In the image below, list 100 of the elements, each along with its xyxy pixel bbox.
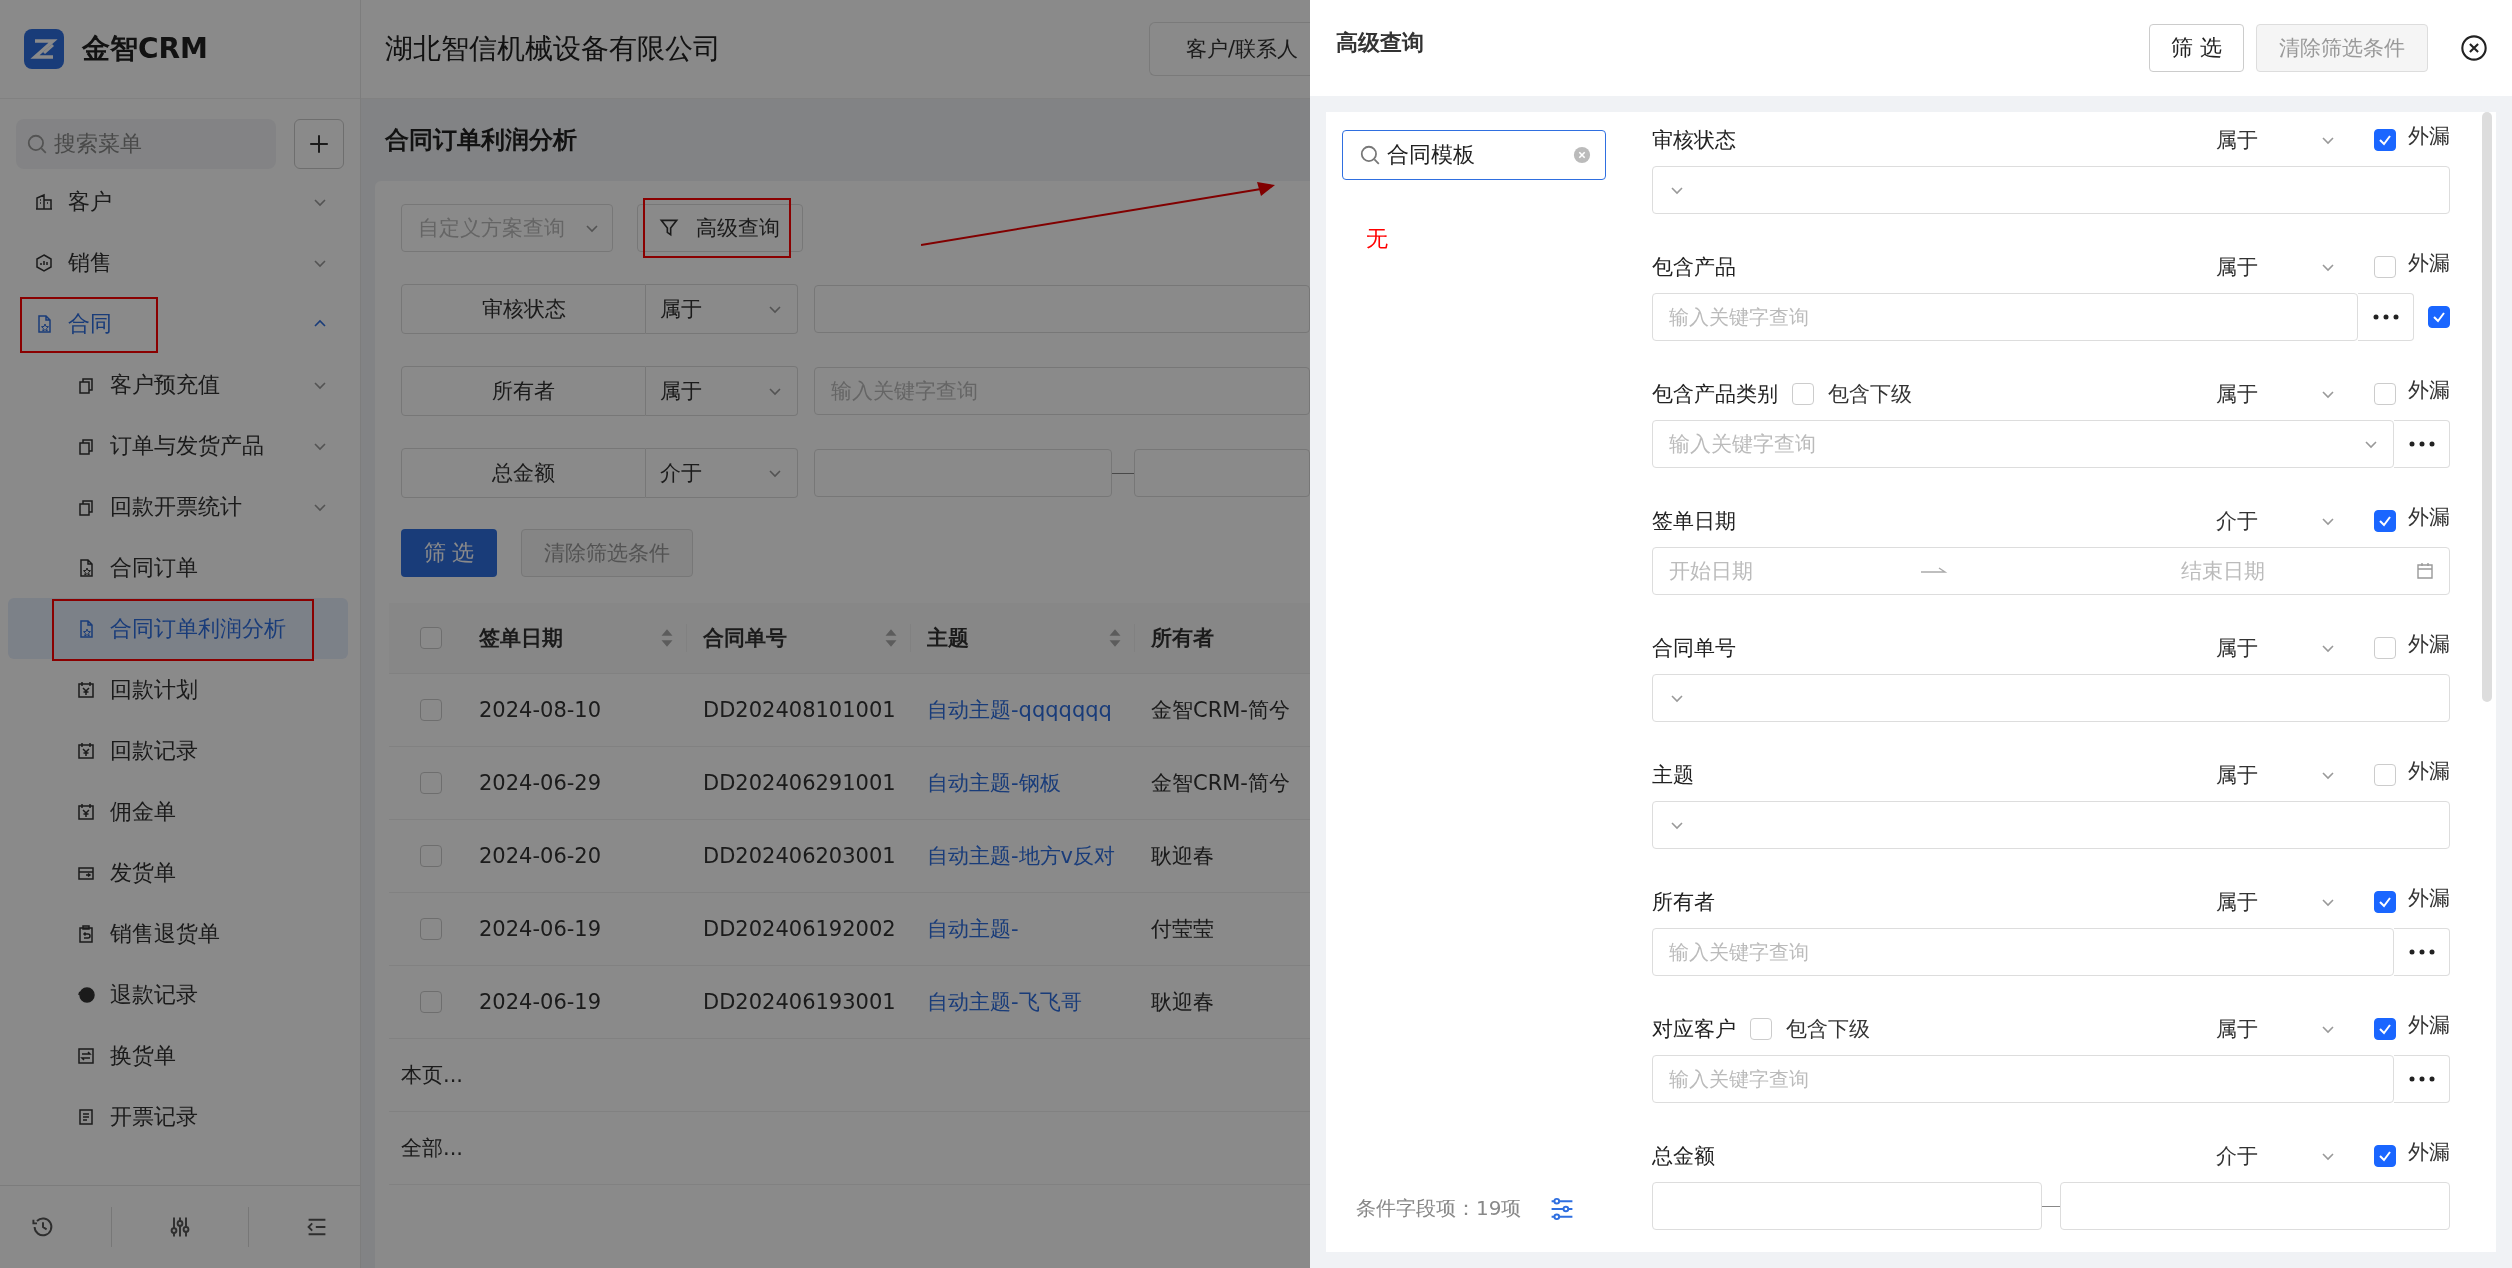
- operator-select[interactable]: 属于: [2216, 1015, 2336, 1043]
- subject-link[interactable]: 自动主题-地方v反对: [927, 842, 1115, 870]
- filter-button[interactable]: 筛 选: [2149, 24, 2244, 72]
- include-sub-checkbox[interactable]: [1792, 383, 1814, 405]
- outside-checkbox[interactable]: [2374, 1018, 2396, 1040]
- outside-checkbox[interactable]: [2374, 891, 2396, 913]
- menu-item[interactable]: 回款记录: [0, 720, 360, 781]
- operator-select[interactable]: 属于: [2216, 888, 2336, 916]
- menu-item[interactable]: 客户预充值: [0, 354, 360, 415]
- calendar-icon[interactable]: [2415, 561, 2435, 581]
- empty-result-text: 无: [1366, 225, 1389, 253]
- sort-icon[interactable]: [884, 627, 898, 649]
- checkbox-label: 外漏: [2408, 1139, 2450, 1166]
- menu-item[interactable]: 客户: [0, 171, 360, 232]
- menu-item[interactable]: 合同订单: [0, 537, 360, 598]
- filter-button[interactable]: 筛 选: [401, 529, 497, 577]
- value-select[interactable]: [1652, 801, 2450, 849]
- logo-text: 金智CRM: [82, 31, 208, 67]
- scrollbar[interactable]: [2482, 112, 2492, 702]
- field-label: 签单日期: [1652, 508, 1736, 535]
- more-button[interactable]: [2394, 1055, 2450, 1103]
- outside-checkbox[interactable]: [2374, 510, 2396, 532]
- operator-select[interactable]: 属于: [2216, 126, 2336, 154]
- operator-select[interactable]: 属于: [646, 284, 798, 334]
- value-select[interactable]: [1652, 166, 2450, 214]
- table-cell: DD202406203001: [703, 844, 896, 868]
- table-cell-text: 金智CRM-简兮: [1151, 770, 1290, 797]
- operator-select[interactable]: 介于: [2216, 1142, 2336, 1170]
- row-checkbox[interactable]: [420, 772, 442, 794]
- select-all-checkbox[interactable]: [420, 627, 442, 649]
- menu-item[interactable]: 合同: [0, 293, 360, 354]
- outside-checkbox[interactable]: [2374, 1145, 2396, 1167]
- filter-field-label: 所有者: [401, 366, 646, 416]
- menu-item[interactable]: 佣金单: [0, 781, 360, 842]
- row-checkbox[interactable]: [420, 991, 442, 1013]
- menu-item[interactable]: 退款记录: [0, 964, 360, 1025]
- row-checkbox[interactable]: [420, 699, 442, 721]
- table-cell: 2024-06-19: [479, 917, 602, 941]
- field-label: 审核状态: [1652, 127, 1736, 154]
- close-icon[interactable]: [2460, 34, 2488, 62]
- subject-link[interactable]: 自动主题-钢板: [927, 769, 1061, 797]
- calendar-yen-icon: [76, 679, 96, 700]
- min-input[interactable]: [814, 449, 1112, 497]
- table-cell-text: 耿迎春: [1151, 989, 1214, 1016]
- advanced-query-button[interactable]: 高级查询: [637, 204, 803, 252]
- template-search-field[interactable]: 合同模板: [1342, 130, 1606, 180]
- row-checkbox[interactable]: [420, 845, 442, 867]
- table-cell: 2024-08-10: [479, 698, 602, 722]
- menu-item[interactable]: 销售退货单: [0, 903, 360, 964]
- field-label: 总金额: [1652, 1143, 1715, 1170]
- more-button[interactable]: [2394, 420, 2450, 468]
- operator-select[interactable]: 介于: [646, 448, 798, 498]
- keyword-input[interactable]: 输入关键字查询: [1652, 293, 2358, 341]
- operator-select[interactable]: 属于: [646, 366, 798, 416]
- more-icon: [2408, 1076, 2435, 1082]
- min-input[interactable]: [1652, 1182, 2042, 1230]
- field-label: 包含产品类别: [1652, 381, 1778, 408]
- operator-select[interactable]: 介于: [2216, 507, 2336, 535]
- filter-field-label: 总金额: [401, 448, 646, 498]
- value-select[interactable]: [814, 285, 1310, 333]
- menu-item[interactable]: 回款计划: [0, 659, 360, 720]
- operator-select[interactable]: 属于: [2216, 761, 2336, 789]
- outside-checkbox[interactable]: [2374, 129, 2396, 151]
- sort-icon[interactable]: [660, 627, 674, 649]
- include-sub-checkbox[interactable]: [1750, 1018, 1772, 1040]
- subject-link[interactable]: 自动主题-飞飞哥: [927, 988, 1082, 1016]
- subject-link[interactable]: 自动主题-qqqqqqq: [927, 696, 1112, 724]
- max-input[interactable]: [2060, 1182, 2450, 1230]
- keyword-input[interactable]: 输入关键字查询: [1652, 928, 2394, 976]
- operator-select[interactable]: 属于: [2216, 634, 2336, 662]
- sort-icon[interactable]: [1108, 627, 1122, 649]
- operator-select[interactable]: 属于: [2216, 380, 2336, 408]
- operator-select[interactable]: 属于: [2216, 253, 2336, 281]
- table-cell-text: 付莹莹: [1151, 916, 1214, 943]
- checkbox-label: 外漏: [2408, 123, 2450, 150]
- menu-item[interactable]: 销售: [0, 232, 360, 293]
- menu-item[interactable]: 换货单: [0, 1025, 360, 1086]
- receipt-icon: [76, 1106, 96, 1127]
- keyword-input[interactable]: 输入关键字查询: [1652, 1055, 2394, 1103]
- checkbox-label: 外漏: [2408, 631, 2450, 658]
- more-button[interactable]: [2394, 928, 2450, 976]
- max-input[interactable]: [1134, 449, 1310, 497]
- menu-item[interactable]: 订单与发货产品: [0, 415, 360, 476]
- plus-icon: [308, 133, 330, 155]
- checkbox-label: 外漏: [2408, 250, 2450, 277]
- option-checkbox[interactable]: [2428, 306, 2450, 328]
- menu-item[interactable]: 开票记录: [0, 1086, 360, 1147]
- menu-item[interactable]: 回款开票统计: [0, 476, 360, 537]
- menu-item[interactable]: 合同订单利润分析: [8, 598, 348, 659]
- checkbox-label: 外漏: [2408, 1012, 2450, 1039]
- value-select[interactable]: [1652, 674, 2450, 722]
- add-button[interactable]: [294, 119, 344, 169]
- more-button[interactable]: [2358, 293, 2414, 341]
- search-icon: [1359, 144, 1381, 166]
- row-checkbox[interactable]: [420, 918, 442, 940]
- calendar-yen-icon: [76, 801, 96, 822]
- more-icon: [2408, 441, 2435, 447]
- menu-item[interactable]: 发货单: [0, 842, 360, 903]
- clear-icon[interactable]: [1573, 146, 1591, 164]
- subject-link[interactable]: 自动主题-: [927, 915, 1019, 943]
